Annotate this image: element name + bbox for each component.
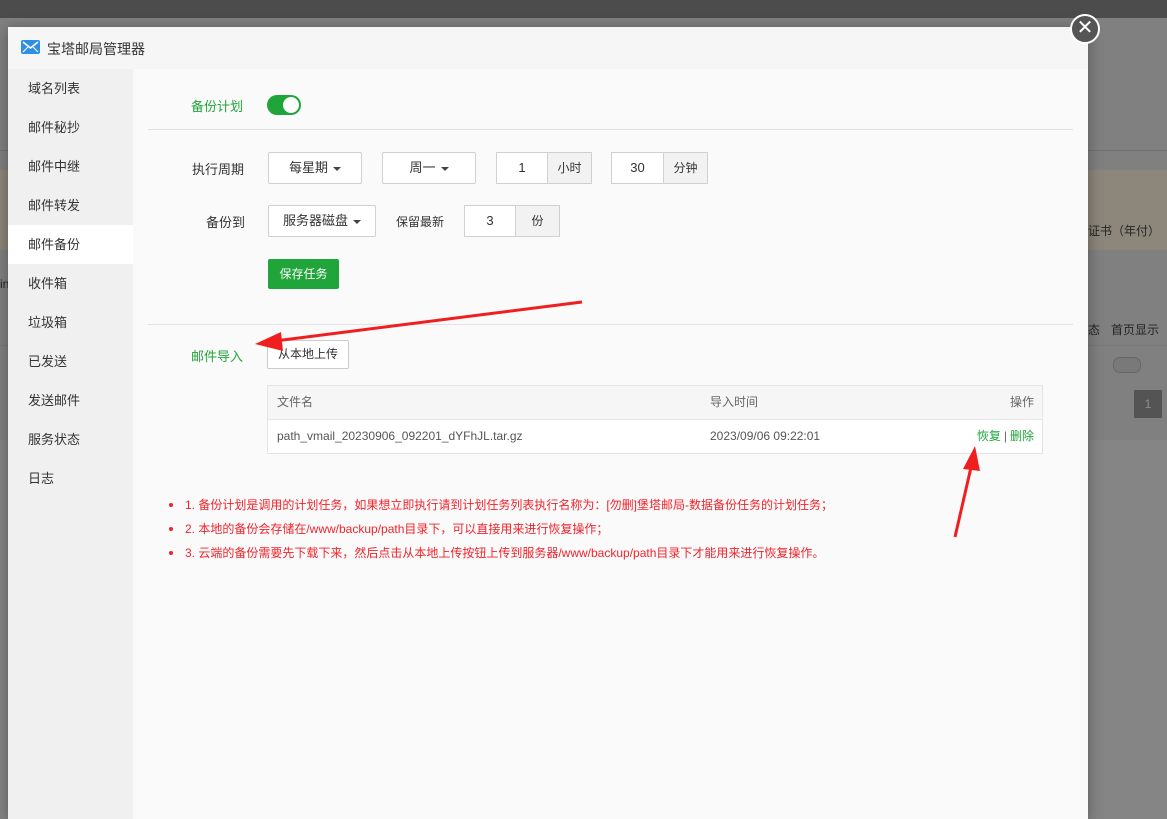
sidebar-item-mail-bcc[interactable]: 邮件秘抄 <box>8 108 133 147</box>
chevron-down-icon <box>440 166 449 171</box>
note-text: 2. 本地的备份会存储在/www/backup/path目录下，可以直接用来进行… <box>185 522 609 536</box>
sidebar-item-mail-relay[interactable]: 邮件中继 <box>8 147 133 186</box>
dialog-title: 宝塔邮局管理器 <box>47 41 145 57</box>
sidebar-item-inbox[interactable]: 收件箱 <box>8 264 133 303</box>
backup-to-value: 服务器磁盘 <box>282 213 348 228</box>
save-task-button[interactable]: 保存任务 <box>268 259 339 289</box>
row-import-time: 2023/09/06 09:22:01 <box>710 429 821 443</box>
action-separator: | <box>1003 429 1007 443</box>
hour-input[interactable]: 1 <box>496 152 548 184</box>
delete-link[interactable]: 删除 <box>1010 429 1034 443</box>
section-divider-middle <box>148 324 1073 325</box>
weekday-select-value: 周一 <box>409 160 436 175</box>
note-item: 1. 备份计划是调用的计划任务，如果想立即执行请到计划任务列表执行名称为：[勿删… <box>165 493 833 517</box>
note-item: 2. 本地的备份会存储在/www/backup/path目录下，可以直接用来进行… <box>165 517 833 541</box>
import-table: 文件名 导入时间 操作 path_vmail_20230906_092201_d… <box>267 385 1043 454</box>
dialog-header: 宝塔邮局管理器 <box>8 27 1088 70</box>
column-actions: 操作 <box>1009 395 1034 409</box>
column-filename: 文件名 <box>277 395 314 409</box>
backup-plan-label: 备份计划 <box>191 99 244 114</box>
hour-input-group: 1 小时 <box>496 152 592 184</box>
sidebar-item-mail-backup[interactable]: 邮件备份 <box>8 225 134 264</box>
upload-local-button[interactable]: 从本地上传 <box>267 340 349 369</box>
keep-count-input[interactable]: 3 <box>464 205 516 237</box>
toggle-knob <box>283 97 299 113</box>
restore-link[interactable]: 恢复 <box>977 429 1001 443</box>
sidebar-item-service-status[interactable]: 服务状态 <box>8 420 133 459</box>
sidebar-item-mail-forward[interactable]: 邮件转发 <box>8 186 133 225</box>
cycle-select[interactable]: 每星期 <box>268 152 362 184</box>
bullet-icon <box>169 503 173 507</box>
sidebar-item-domain-list[interactable]: 域名列表 <box>8 69 133 108</box>
cycle-label: 执行周期 <box>192 162 245 177</box>
mail-manager-dialog: 宝塔邮局管理器 域名列表 邮件秘抄 邮件中继 邮件转发 邮件备份 收件箱 垃圾箱… <box>8 27 1088 819</box>
backup-to-select[interactable]: 服务器磁盘 <box>268 205 376 237</box>
minute-input-group: 30 分钟 <box>611 152 708 184</box>
bullet-icon <box>169 527 173 531</box>
sidebar: 域名列表 邮件秘抄 邮件中继 邮件转发 邮件备份 收件箱 垃圾箱 已发送 发送邮… <box>8 69 134 819</box>
sidebar-item-sent[interactable]: 已发送 <box>8 342 133 381</box>
note-text: 3. 云端的备份需要先下载下来，然后点击从本地上传按钮上传到服务器/www/ba… <box>185 546 825 560</box>
row-filename: path_vmail_20230906_092201_dYFhJL.tar.gz <box>277 429 523 443</box>
hour-unit: 小时 <box>548 152 592 184</box>
bullet-icon <box>169 551 173 555</box>
weekday-select[interactable]: 周一 <box>382 152 476 184</box>
note-item: 3. 云端的备份需要先下载下来，然后点击从本地上传按钮上传到服务器/www/ba… <box>165 541 833 565</box>
table-row: path_vmail_20230906_092201_dYFhJL.tar.gz… <box>268 420 1042 453</box>
keep-unit: 份 <box>516 205 560 237</box>
backup-to-label: 备份到 <box>206 215 246 230</box>
column-import-time: 导入时间 <box>710 395 759 409</box>
sidebar-item-spam[interactable]: 垃圾箱 <box>8 303 133 342</box>
row-actions: 恢复 | 删除 <box>977 420 1034 453</box>
notes-list: 1. 备份计划是调用的计划任务，如果想立即执行请到计划任务列表执行名称为：[勿删… <box>165 493 833 565</box>
minute-unit: 分钟 <box>664 152 708 184</box>
backup-plan-toggle[interactable] <box>267 95 301 115</box>
chevron-down-icon <box>333 166 341 171</box>
backup-content: 备份计划 执行周期 每星期 周一 1 小时 30 分钟 备份到 服务器磁盘 保留… <box>133 69 1088 819</box>
mail-import-label: 邮件导入 <box>191 349 244 364</box>
section-divider-top <box>148 129 1073 130</box>
note-text: 1. 备份计划是调用的计划任务，如果想立即执行请到计划任务列表执行名称为：[勿删… <box>185 498 834 512</box>
minute-input[interactable]: 30 <box>611 152 664 184</box>
mail-icon <box>21 40 40 54</box>
keep-input-group: 3 份 <box>464 205 560 237</box>
close-dialog-button[interactable]: ✕ <box>1070 14 1100 44</box>
sidebar-item-logs[interactable]: 日志 <box>8 459 133 498</box>
chevron-down-icon <box>353 219 361 224</box>
sidebar-item-send-mail[interactable]: 发送邮件 <box>8 381 133 420</box>
table-header: 文件名 导入时间 操作 <box>268 386 1042 420</box>
keep-latest-label: 保留最新 <box>396 215 445 229</box>
cycle-select-value: 每星期 <box>288 160 328 175</box>
close-icon: ✕ <box>1076 17 1094 39</box>
